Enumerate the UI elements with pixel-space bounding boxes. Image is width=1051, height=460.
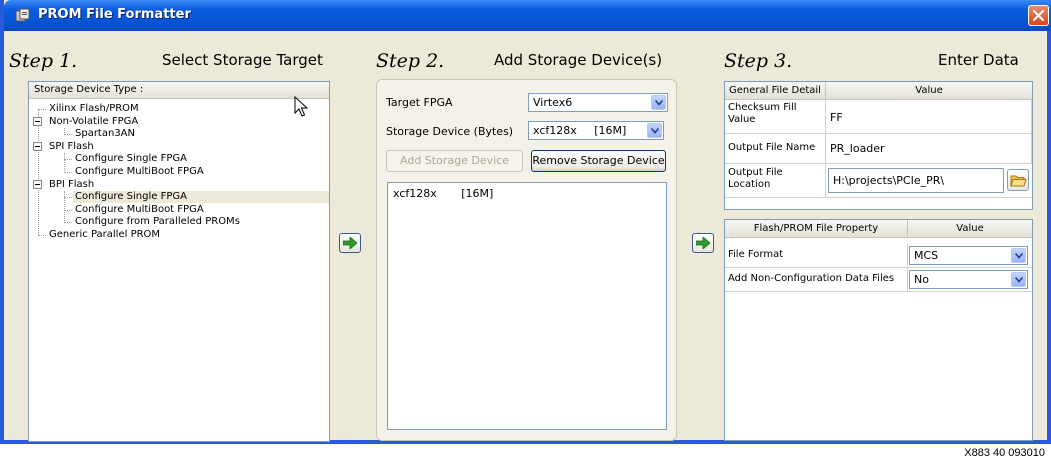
add-storage-device-button[interactable]: Add Storage Device bbox=[386, 150, 523, 172]
dropdown-button[interactable] bbox=[651, 95, 666, 110]
mouse-cursor-icon bbox=[294, 96, 308, 117]
tree-item[interactable]: Spartan3AN bbox=[73, 128, 329, 140]
tree-item-label: Non-Volatile FPGA bbox=[49, 115, 139, 127]
output-file-location-cell: H:\projects\PCIe_PR\ bbox=[826, 164, 1032, 198]
file-format-value: MCS bbox=[914, 249, 939, 262]
tree-item-label: Spartan3AN bbox=[75, 128, 136, 140]
tree-item-label: Configure MultiBoot FPGA bbox=[75, 203, 204, 215]
tree-item[interactable]: Generic Parallel PROM bbox=[47, 229, 329, 241]
tree-connector bbox=[64, 159, 72, 161]
chevron-down-icon bbox=[651, 128, 659, 134]
tree-header: Storage Device Type : bbox=[29, 82, 329, 99]
tree-item[interactable]: Non-Volatile FPGA bbox=[47, 116, 329, 128]
tree-item[interactable]: Configure MultiBoot FPGA bbox=[73, 204, 329, 216]
close-icon bbox=[1032, 9, 1045, 22]
tree-item-label: Configure Single FPGA bbox=[75, 191, 187, 203]
step2-title: Add Storage Device(s) bbox=[494, 51, 663, 69]
storage-device-select[interactable]: xcf128x [16M] bbox=[528, 121, 664, 140]
app-icon bbox=[15, 8, 31, 23]
tree-item-label: BPI Flash bbox=[49, 178, 95, 190]
add-non-configuration-data-files-cell: No bbox=[908, 268, 1032, 292]
target-fpga-value: Virtex6 bbox=[533, 96, 573, 109]
tree-item-label: SPI Flash bbox=[49, 140, 94, 152]
storage-device-tree[interactable]: Xilinx Flash/PROM Non-Volatile FPGA Sparta… bbox=[29, 102, 329, 441]
tree-connector bbox=[64, 222, 72, 224]
step1-title: Select Storage Target bbox=[162, 51, 323, 69]
close-button[interactable] bbox=[1028, 5, 1049, 26]
output-file-location-label: Output File Location bbox=[725, 164, 826, 198]
tree-item[interactable]: SPI Flash bbox=[47, 141, 329, 153]
figure-code: X883 40 093010 bbox=[964, 447, 1045, 459]
tree-item-label: Configure Single FPGA bbox=[75, 153, 187, 165]
next-step-button-2[interactable] bbox=[692, 233, 714, 253]
add-non-configuration-data-files-value: No bbox=[914, 273, 929, 286]
tree-connector bbox=[38, 235, 46, 236]
collapse-toggle-icon[interactable] bbox=[33, 142, 42, 152]
step3-label: Step 3. bbox=[724, 50, 793, 72]
general-file-detail-grid: General File Detail Value Checksum Fill … bbox=[724, 81, 1033, 210]
tree-item[interactable]: Xilinx Flash/PROM bbox=[47, 103, 329, 115]
tree-connector bbox=[64, 153, 65, 173]
add-storage-device-panel: Target FPGA Virtex6 Storage Device (Byte… bbox=[376, 79, 677, 441]
tree-connector bbox=[64, 191, 65, 223]
window-title: PROM File Formatter bbox=[38, 7, 191, 22]
tree-connector bbox=[38, 109, 39, 235]
checksum-fill-value-label: Checksum Fill Value bbox=[725, 100, 826, 134]
step2-label: Step 2. bbox=[376, 50, 445, 72]
grid-header-value: Value bbox=[826, 82, 1032, 100]
dropdown-button[interactable] bbox=[647, 123, 662, 138]
next-step-button-1[interactable] bbox=[339, 233, 361, 253]
grid-header-detail: General File Detail bbox=[725, 82, 826, 100]
storage-device-item[interactable]: xcf128x [16M] bbox=[393, 187, 661, 200]
tree-item[interactable]: Configure MultiBoot FPGA bbox=[73, 166, 329, 178]
tree-item[interactable]: Configure from Paralleled PROMs bbox=[73, 216, 329, 228]
file-format-select[interactable]: MCS bbox=[909, 246, 1028, 265]
title-bar[interactable]: PROM File Formatter bbox=[4, 0, 1051, 31]
storage-device-label: Storage Device (Bytes) bbox=[386, 125, 514, 138]
output-file-name-label: Output File Name bbox=[725, 134, 826, 164]
checksum-fill-value-input[interactable]: FF bbox=[826, 100, 1032, 134]
add-non-configuration-data-files-select[interactable]: No bbox=[909, 270, 1028, 289]
tree-connector bbox=[64, 172, 72, 173]
step3-title: Enter Data bbox=[938, 51, 1019, 69]
remove-storage-device-button[interactable]: Remove Storage Device bbox=[531, 150, 666, 172]
storage-device-value: xcf128x [16M] bbox=[533, 124, 627, 137]
tree-item[interactable]: Configure Single FPGA bbox=[73, 191, 329, 204]
dropdown-button[interactable] bbox=[1011, 248, 1026, 263]
tree-connector bbox=[64, 128, 65, 135]
folder-icon bbox=[1010, 175, 1027, 187]
tree-connector bbox=[64, 209, 72, 211]
add-non-configuration-data-files-label: Add Non-Configuration Data Files bbox=[725, 268, 908, 292]
tree-item-label: Xilinx Flash/PROM bbox=[49, 103, 139, 114]
collapse-toggle-icon[interactable] bbox=[33, 180, 42, 190]
file-format-cell: MCS bbox=[908, 244, 1032, 268]
tree-item[interactable]: BPI Flash bbox=[47, 179, 329, 191]
chevron-down-icon bbox=[655, 100, 663, 106]
tree-connector bbox=[64, 197, 72, 199]
collapse-toggle-icon[interactable] bbox=[33, 117, 42, 127]
storage-device-tree-panel: Storage Device Type : Xilinx Flash/PROM N… bbox=[28, 81, 330, 442]
browse-folder-button[interactable] bbox=[1007, 169, 1029, 191]
dropdown-button[interactable] bbox=[1011, 272, 1026, 287]
tree-connector bbox=[38, 109, 46, 110]
output-file-name-input[interactable]: PR_loader bbox=[826, 134, 1032, 164]
target-fpga-label: Target FPGA bbox=[386, 96, 453, 109]
tree-item-label: Generic Parallel PROM bbox=[49, 229, 161, 240]
output-file-location-input[interactable]: H:\projects\PCIe_PR\ bbox=[828, 168, 1004, 193]
step1-label: Step 1. bbox=[9, 50, 78, 72]
tree-connector bbox=[64, 134, 72, 136]
grid-header-value: Value bbox=[908, 220, 1032, 238]
file-format-label: File Format bbox=[725, 244, 908, 268]
right-arrow-icon bbox=[343, 237, 357, 249]
storage-device-list[interactable]: xcf128x [16M] bbox=[387, 182, 667, 430]
grid-header-property: Flash/PROM File Property bbox=[725, 220, 908, 238]
tree-item[interactable]: Configure Single FPGA bbox=[73, 153, 329, 165]
chevron-down-icon bbox=[1015, 277, 1023, 283]
tree-item-label: Configure MultiBoot FPGA bbox=[75, 166, 204, 177]
flash-prom-property-grid: Flash/PROM File Property Value File Form… bbox=[724, 219, 1033, 441]
right-arrow-icon bbox=[696, 237, 710, 249]
tree-item-label: Configure from Paralleled PROMs bbox=[75, 216, 240, 228]
target-fpga-select[interactable]: Virtex6 bbox=[528, 93, 668, 112]
chevron-down-icon bbox=[1015, 253, 1023, 259]
